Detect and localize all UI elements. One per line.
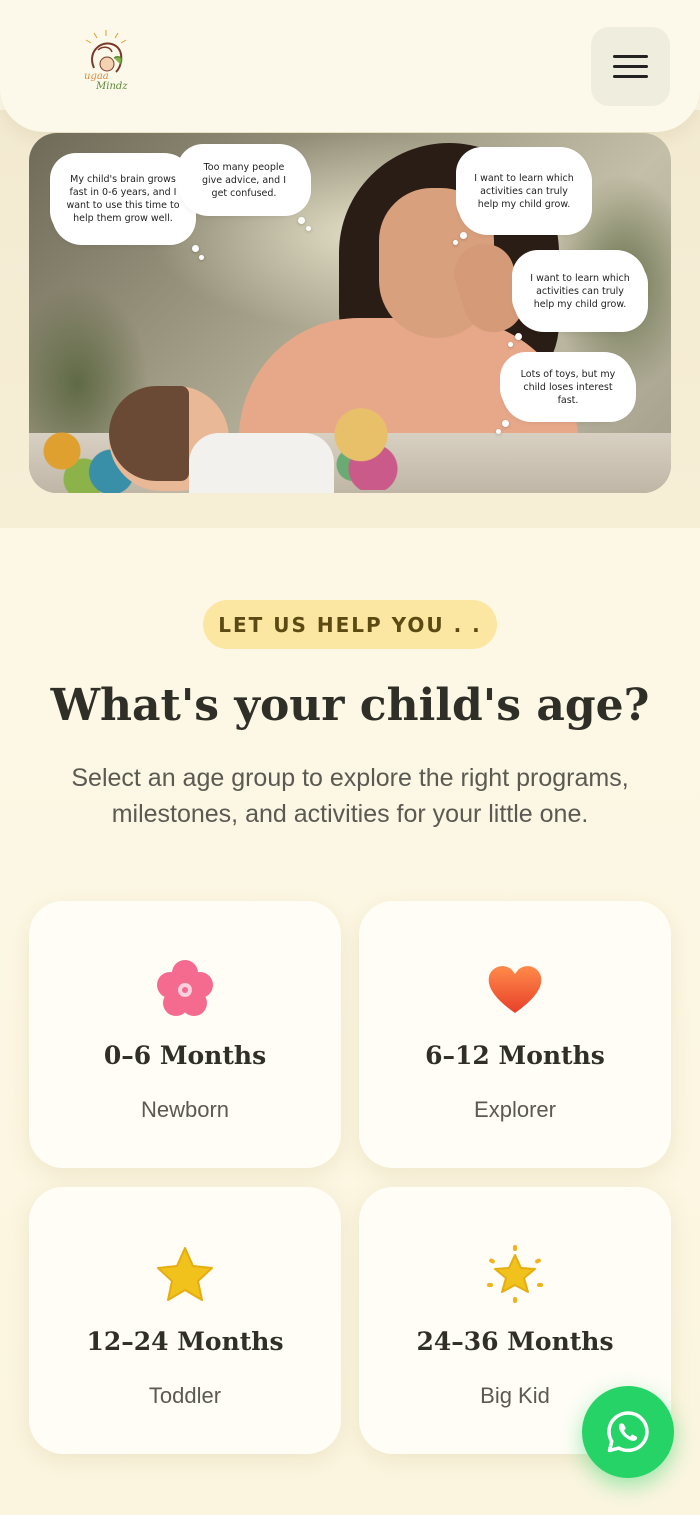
menu-button[interactable] [591, 27, 670, 106]
thought-bubble: Too many people give advice, and I get c… [183, 148, 305, 212]
bubble-dot [496, 429, 501, 434]
bubble-dot [460, 232, 467, 239]
age-card-6-12[interactable]: 6–12 Months Explorer [359, 901, 671, 1168]
hamburger-line [613, 65, 648, 68]
thought-bubble-text: My child's brain grows fast in 0-6 years… [66, 174, 180, 224]
heart-icon [488, 966, 542, 1013]
bubble-dot [199, 255, 204, 260]
age-card-12-24[interactable]: 12–24 Months Toddler [29, 1187, 341, 1454]
star-icon [157, 1247, 213, 1301]
whatsapp-button[interactable] [582, 1386, 674, 1478]
age-range: 12–24 Months [86, 1327, 284, 1356]
age-label: Explorer [474, 1097, 556, 1122]
flower-icon [157, 960, 213, 1016]
bubble-dot [306, 226, 311, 231]
thought-bubble: I want to learn which activities can tru… [518, 254, 642, 328]
hamburger-line [613, 75, 648, 78]
page-subtitle: Select an age group to explore the right… [71, 764, 629, 828]
giraffe-toy [329, 405, 409, 490]
baby-body [189, 433, 334, 493]
thought-bubble-text: Too many people give advice, and I get c… [201, 161, 287, 199]
age-range: 0–6 Months [103, 1041, 267, 1070]
thought-bubble-text: Lots of toys, but my child loses interes… [520, 368, 616, 406]
page-title: What's your child's age? [50, 680, 650, 731]
header: ugaa Mindz [0, 0, 700, 132]
bubble-dot [508, 342, 513, 347]
bubble-dot [453, 240, 458, 245]
section-badge: LET US HELP YOU . . [203, 600, 497, 649]
thought-bubble-text: I want to learn which activities can tru… [530, 272, 630, 310]
whatsapp-icon [607, 1411, 649, 1453]
logo-line2: Mindz [96, 81, 128, 92]
age-range: 24–36 Months [416, 1327, 614, 1356]
thought-bubble: My child's brain grows fast in 0-6 years… [56, 157, 190, 241]
age-label: Toddler [148, 1383, 222, 1408]
sparkle-star-icon [487, 1245, 543, 1303]
logo[interactable]: ugaa Mindz [76, 28, 136, 98]
bubble-dot [298, 217, 305, 224]
age-label: Newborn [140, 1097, 230, 1122]
bubble-dot [192, 245, 199, 252]
age-card-0-6[interactable]: 0–6 Months Newborn [29, 901, 341, 1168]
age-range: 6–12 Months [425, 1041, 605, 1070]
hamburger-menu-icon [613, 55, 648, 58]
thought-bubble: Lots of toys, but my child loses interes… [506, 356, 630, 418]
thought-bubble-text: I want to learn which activities can tru… [474, 172, 574, 210]
logo-text: ugaa Mindz [84, 72, 128, 92]
bubble-dot [502, 420, 509, 427]
bubble-dot [515, 333, 522, 340]
thought-bubble: I want to learn which activities can tru… [462, 151, 586, 231]
